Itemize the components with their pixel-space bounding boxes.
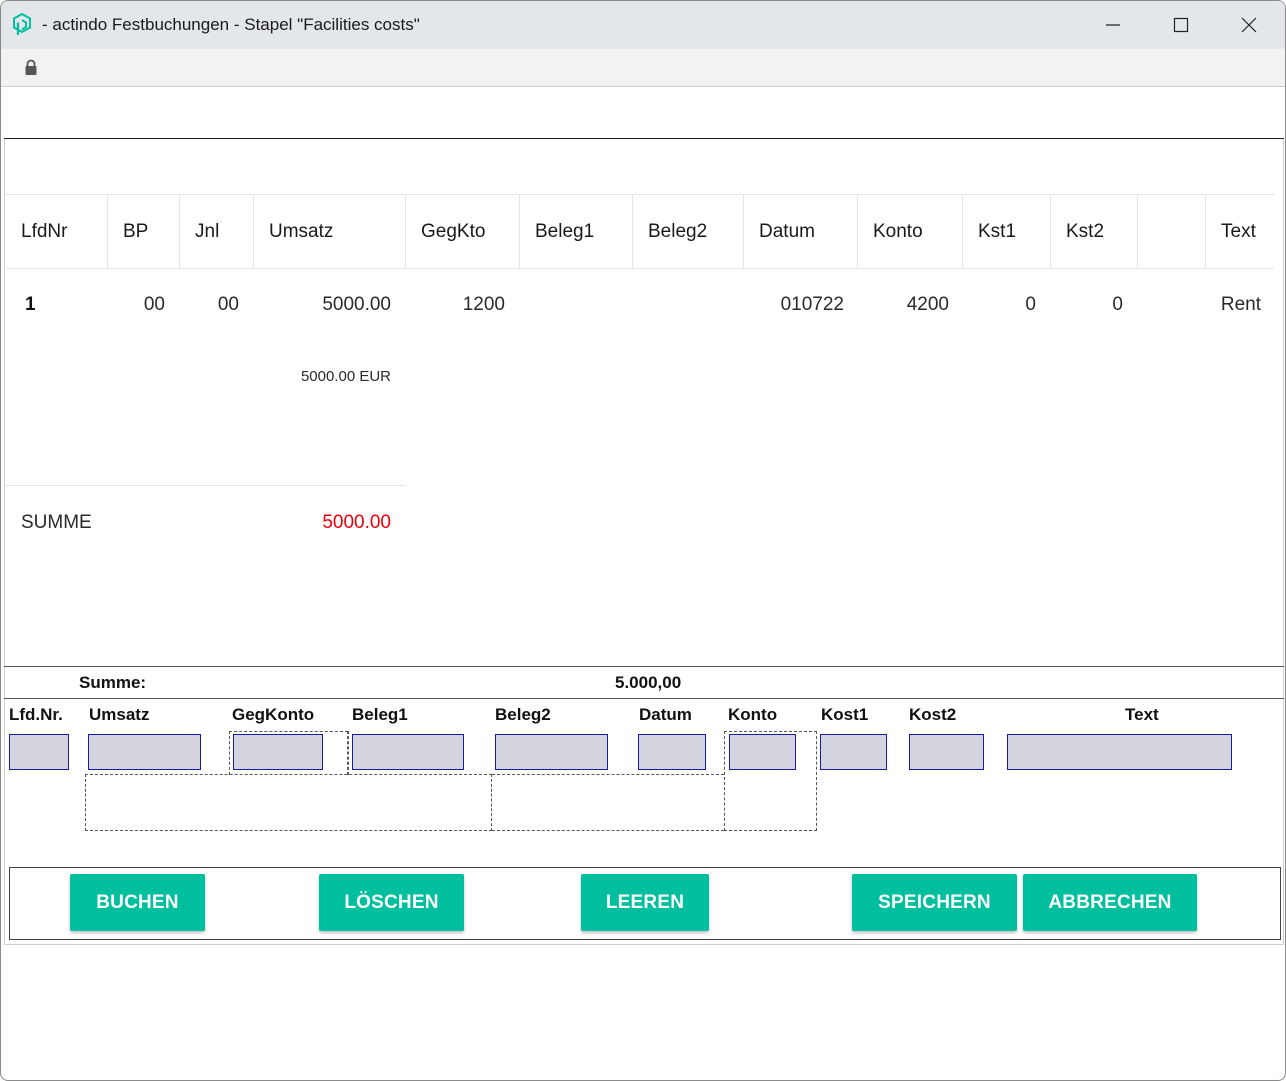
column-separator bbox=[962, 195, 963, 268]
column-header-beleg1[interactable]: Beleg1 bbox=[535, 195, 594, 268]
gegkonto-input[interactable] bbox=[233, 734, 323, 770]
maximize-button[interactable] bbox=[1147, 1, 1215, 49]
cell-gegkto: 1200 bbox=[462, 294, 505, 315]
cell-text: Rent bbox=[1220, 294, 1261, 315]
minimize-icon bbox=[1106, 24, 1120, 26]
column-separator bbox=[107, 195, 108, 268]
minimize-button[interactable] bbox=[1079, 1, 1147, 49]
column-separator bbox=[857, 195, 858, 268]
leeren-button[interactable]: LEEREN bbox=[581, 874, 709, 931]
label-beleg1: Beleg1 bbox=[352, 705, 408, 724]
summary-divider-bottom bbox=[4, 698, 1284, 699]
title-bar[interactable]: - actindo Festbuchungen - Stapel "Facili… bbox=[1, 1, 1285, 49]
umsatz-currency-total: 5000.00 EUR bbox=[300, 368, 391, 385]
label-konto: Konto bbox=[728, 705, 778, 724]
close-button[interactable] bbox=[1215, 1, 1283, 49]
cell-bp: 00 bbox=[143, 294, 165, 315]
column-separator bbox=[179, 195, 180, 268]
label-umsatz: Umsatz bbox=[89, 705, 150, 724]
label-lfdnr: Lfd.Nr. bbox=[9, 705, 63, 724]
column-separator bbox=[1050, 195, 1051, 268]
speichern-button[interactable]: SPEICHERN bbox=[852, 874, 1017, 931]
label-kost1: Kost1 bbox=[821, 705, 869, 724]
summary-label: Summe: bbox=[79, 673, 147, 692]
datum-input[interactable] bbox=[638, 734, 706, 770]
summary-divider-top bbox=[4, 666, 1284, 667]
close-icon bbox=[1241, 17, 1257, 33]
lfdnr-input[interactable] bbox=[9, 734, 69, 770]
column-header-gegkto[interactable]: GegKto bbox=[421, 195, 485, 268]
cell-jnl: 00 bbox=[217, 294, 239, 315]
text-input[interactable] bbox=[1007, 734, 1232, 770]
abbrechen-button[interactable]: ABBRECHEN bbox=[1023, 874, 1197, 931]
umsatz-input[interactable] bbox=[88, 734, 201, 770]
column-header-lfdnr[interactable]: LfdNr bbox=[21, 195, 67, 268]
column-header-beleg2[interactable]: Beleg2 bbox=[648, 195, 707, 268]
maximize-icon bbox=[1173, 17, 1189, 33]
summe-label: SUMME bbox=[21, 512, 92, 533]
column-separator bbox=[743, 195, 744, 268]
column-separator bbox=[632, 195, 633, 268]
beleg1-input[interactable] bbox=[352, 734, 464, 770]
cell-konto: 4200 bbox=[906, 294, 949, 315]
summe-value: 5000.00 bbox=[322, 512, 391, 533]
column-separator bbox=[1137, 195, 1138, 268]
cell-datum: 010722 bbox=[780, 294, 844, 315]
window-title: - actindo Festbuchungen - Stapel "Facili… bbox=[42, 15, 420, 34]
app-window: - actindo Festbuchungen - Stapel "Facili… bbox=[0, 0, 1286, 1081]
column-header-datum[interactable]: Datum bbox=[759, 195, 815, 268]
label-gegkonto: GegKonto bbox=[232, 705, 315, 724]
actindo-logo-icon bbox=[12, 12, 32, 37]
column-header-jnl[interactable]: Jnl bbox=[195, 195, 219, 268]
konto-input[interactable] bbox=[729, 734, 796, 770]
column-separator bbox=[519, 195, 520, 268]
cell-kst2: 0 bbox=[1112, 294, 1123, 315]
column-header-konto[interactable]: Konto bbox=[873, 195, 923, 268]
summary-value: 5.000,00 bbox=[615, 673, 682, 692]
column-header-bp[interactable]: BP bbox=[123, 195, 148, 268]
label-datum: Datum bbox=[639, 705, 692, 724]
column-separator bbox=[405, 195, 406, 268]
kost2-input[interactable] bbox=[909, 734, 984, 770]
lock-icon bbox=[24, 59, 38, 82]
column-separator bbox=[253, 195, 254, 268]
cell-umsatz: 5000.00 bbox=[322, 294, 391, 315]
summe-divider bbox=[6, 485, 406, 486]
cell-lfdnr: 1 bbox=[25, 294, 36, 315]
label-kost2: Kost2 bbox=[909, 705, 957, 724]
beleg2-input[interactable] bbox=[495, 734, 608, 770]
column-header-umsatz[interactable]: Umsatz bbox=[269, 195, 333, 268]
cell-kst1: 0 bbox=[1025, 294, 1036, 315]
column-header-kst2[interactable]: Kst2 bbox=[1066, 195, 1104, 268]
kost1-input[interactable] bbox=[820, 734, 887, 770]
label-text: Text bbox=[1125, 705, 1159, 724]
address-bar bbox=[1, 49, 1285, 87]
grid-header: LfdNr BP Jnl Umsatz GegKto Beleg1 Beleg2… bbox=[6, 194, 1274, 269]
column-header-kst1[interactable]: Kst1 bbox=[978, 195, 1016, 268]
label-beleg2: Beleg2 bbox=[495, 705, 551, 724]
loeschen-button[interactable]: LÖSCHEN bbox=[319, 874, 464, 931]
buchen-button[interactable]: BUCHEN bbox=[70, 874, 205, 931]
column-separator bbox=[1205, 195, 1206, 268]
column-header-text[interactable]: Text bbox=[1221, 195, 1256, 268]
